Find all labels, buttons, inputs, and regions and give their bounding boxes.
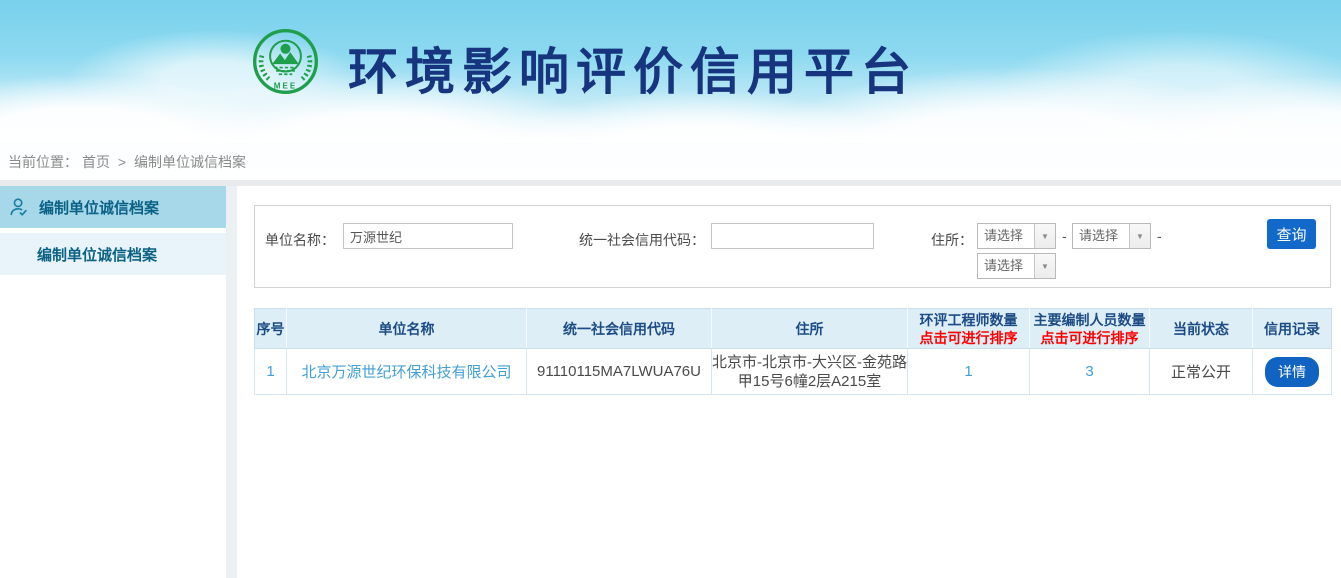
col-header-staff-count-sort[interactable]: 主要编制人员数量 点击可进行排序 [1030,309,1150,349]
cell-staff-count: 3 [1030,349,1150,395]
sidebar-subitem-unit-credit-archive[interactable]: 编制单位诚信档案 [0,233,226,275]
detail-button[interactable]: 详情 [1265,357,1319,387]
province-select-value: 请选择 [978,224,1034,248]
col-header-index: 序号 [255,309,287,349]
district-select-value: 请选择 [978,254,1034,278]
sidebar-subitem-label: 编制单位诚信档案 [0,244,157,265]
cell-index: 1 [255,349,287,395]
dash-separator: - [1062,223,1067,249]
col-header-engineer-count-label: 环评工程师数量 [908,311,1029,329]
credit-code-label: 统一社会信用代码： [555,227,705,253]
cell-company-name: 北京万源世纪环保科技有限公司 [287,349,527,395]
company-name-label: 单位名称： [265,227,335,253]
page-title: 环境影响评价信用平台 [348,42,918,102]
user-check-icon [8,196,30,218]
table-row: 1 北京万源世纪环保科技有限公司 91110115MA7LWUA76U 北京市-… [255,349,1332,395]
chevron-down-icon[interactable]: ▼ [1129,224,1150,248]
sort-hint-label: 点击可进行排序 [908,329,1029,347]
province-select[interactable]: 请选择 ▼ [977,223,1056,249]
breadcrumb-separator: > [118,154,126,170]
breadcrumb-home-link[interactable]: 首页 [82,154,110,170]
col-header-credit-code: 统一社会信用代码 [527,309,712,349]
cell-credit-record: 详情 [1253,349,1332,395]
breadcrumb: 当前位置：首页 > 编制单位诚信档案 [8,152,250,172]
sidebar-item-label: 编制单位诚信档案 [39,197,159,218]
staff-count-link[interactable]: 3 [1085,363,1093,380]
sort-hint-label: 点击可进行排序 [1030,329,1149,347]
cell-engineer-count: 1 [908,349,1030,395]
site-header: MEE 环境影响评价信用平台 [0,0,1341,143]
mee-logo-icon: MEE [252,28,319,95]
dash-separator: - [1157,223,1162,249]
sidebar-main-gap [226,186,237,578]
cell-address: 北京市-北京市-大兴区-金苑路 甲15号6幢2层A215室 [712,349,908,395]
main-content: 单位名称： 统一社会信用代码： 住所： 请选择 ▼ - 请选择 ▼ - 请选择 … [237,186,1341,578]
page: MEE 环境影响评价信用平台 当前位置：首页 > 编制单位诚信档案 编制单位诚信… [0,0,1341,578]
sidebar-item-unit-credit-archive[interactable]: 编制单位诚信档案 [0,186,226,228]
company-name-link[interactable]: 北京万源世纪环保科技有限公司 [301,364,511,381]
svg-text:MEE: MEE [274,81,297,90]
sidebar: 编制单位诚信档案 编制单位诚信档案 [0,186,226,578]
chevron-down-icon[interactable]: ▼ [1034,224,1055,248]
chevron-down-icon[interactable]: ▼ [1034,254,1055,278]
district-select[interactable]: 请选择 ▼ [977,253,1056,279]
company-name-input[interactable] [343,223,513,249]
query-button[interactable]: 查询 [1267,219,1316,249]
engineer-count-link[interactable]: 1 [964,363,972,380]
city-select-value: 请选择 [1073,224,1129,248]
breadcrumb-prefix: 当前位置： [8,154,78,170]
city-select[interactable]: 请选择 ▼ [1072,223,1151,249]
search-form: 单位名称： 统一社会信用代码： 住所： 请选择 ▼ - 请选择 ▼ - 请选择 … [254,205,1331,288]
breadcrumb-current: 编制单位诚信档案 [134,154,246,170]
cell-status: 正常公开 [1150,349,1253,395]
address-label: 住所： [927,227,973,253]
col-header-status: 当前状态 [1150,309,1253,349]
col-header-engineer-count-sort[interactable]: 环评工程师数量 点击可进行排序 [908,309,1030,349]
credit-code-input[interactable] [711,223,874,249]
col-header-credit-record: 信用记录 [1253,309,1332,349]
table-header-row: 序号 单位名称 统一社会信用代码 住所 环评工程师数量 点击可进行排序 主要编制… [255,309,1332,349]
col-header-company-name: 单位名称 [287,309,527,349]
cell-credit-code: 91110115MA7LWUA76U [527,349,712,395]
results-table: 序号 单位名称 统一社会信用代码 住所 环评工程师数量 点击可进行排序 主要编制… [254,308,1332,395]
col-header-address: 住所 [712,309,908,349]
breadcrumb-bar: 当前位置：首页 > 编制单位诚信档案 [0,143,1341,180]
col-header-staff-count-label: 主要编制人员数量 [1030,311,1149,329]
